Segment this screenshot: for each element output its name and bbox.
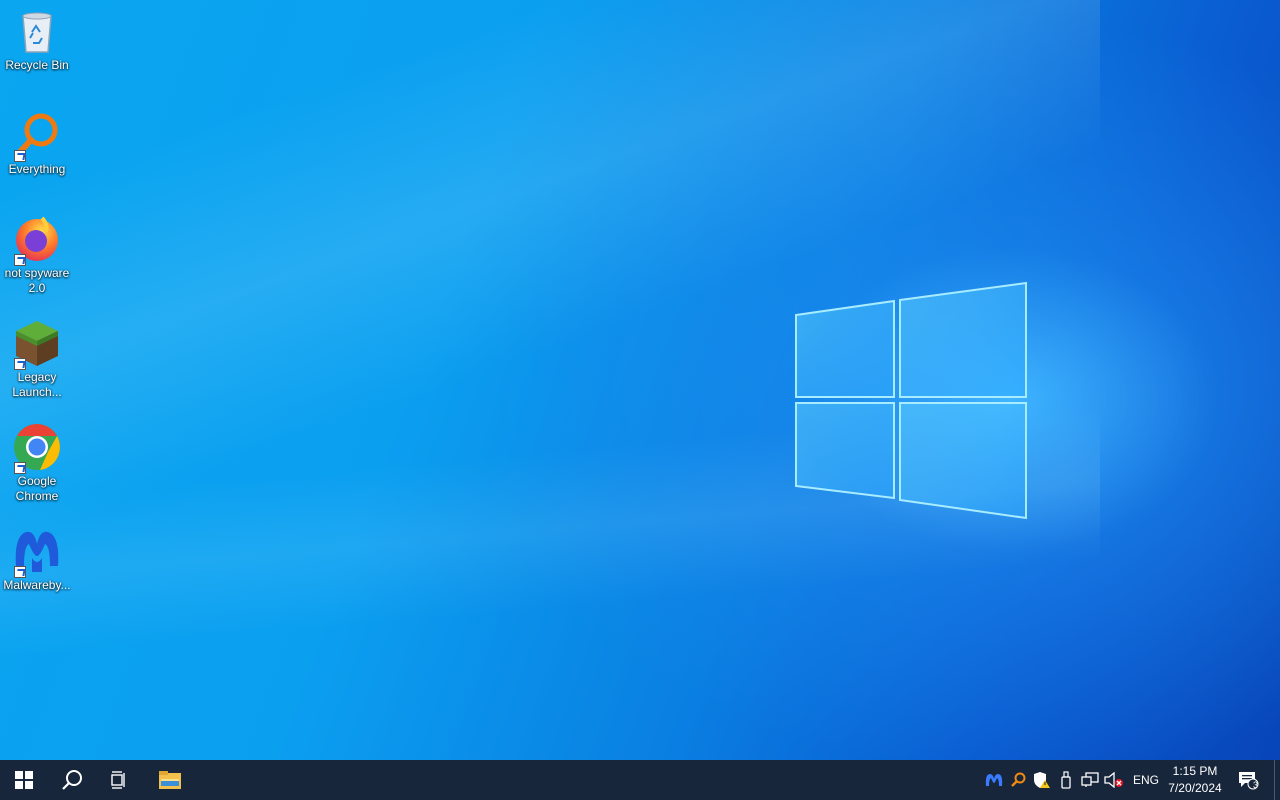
desktop-icon-legacy-launcher[interactable]: Legacy Launch... <box>0 318 74 400</box>
task-view-icon <box>111 771 125 789</box>
desktop-icon-label: Recycle Bin <box>5 58 69 72</box>
desktop-icon-not-spyware[interactable]: not spyware 2.0 <box>0 214 74 296</box>
tray-volume[interactable] <box>1104 770 1124 790</box>
shortcut-arrow-icon <box>14 462 26 474</box>
recycle-bin-icon <box>22 12 52 53</box>
malwarebytes-tray-icon <box>985 774 1003 786</box>
tray-everything[interactable] <box>1008 770 1028 790</box>
windows-wallpaper-logo <box>795 281 1027 520</box>
shortcut-arrow-icon <box>14 254 26 266</box>
shortcut-arrow-icon <box>14 358 26 370</box>
notification-count-badge: 3 <box>1253 780 1259 790</box>
clock-time: 1:15 PM <box>1172 764 1218 778</box>
tray-malwarebytes[interactable] <box>984 770 1004 790</box>
tray-usb[interactable] <box>1056 770 1076 790</box>
desktop-icon-label: Google Chrome <box>15 474 59 503</box>
start-button[interactable] <box>0 760 48 800</box>
desktop-icon-label: Malwareby... <box>3 578 71 592</box>
desktop-icon-recycle-bin[interactable]: Recycle Bin <box>0 6 74 73</box>
desktop-icon-google-chrome[interactable]: Google Chrome <box>0 422 74 504</box>
file-explorer-icon <box>159 771 181 789</box>
task-view-button[interactable] <box>96 760 144 800</box>
windows-start-icon <box>15 771 33 789</box>
desktop-icon-label: Legacy Launch... <box>12 370 62 399</box>
search-icon <box>62 770 82 790</box>
desktop-icon-label: not spyware 2.0 <box>4 266 70 295</box>
clock-date: 7/20/2024 <box>1168 781 1222 795</box>
everything-tray-icon <box>1011 772 1026 787</box>
tray-security[interactable] <box>1032 770 1052 790</box>
desktop-icon-label: Everything <box>8 162 66 176</box>
usb-device-icon <box>1061 771 1071 789</box>
file-explorer-button[interactable] <box>146 760 194 800</box>
tray-network[interactable] <box>1080 770 1100 790</box>
shortcut-arrow-icon <box>14 566 26 578</box>
network-icon <box>1081 772 1099 787</box>
search-button[interactable] <box>48 760 96 800</box>
desktop-icon-everything[interactable]: Everything <box>0 110 74 177</box>
clock[interactable]: 1:15 PM 7/20/2024 <box>1160 760 1230 800</box>
show-desktop-divider[interactable] <box>1274 760 1275 800</box>
taskbar: ENG 1:15 PM 7/20/2024 3 <box>0 760 1280 800</box>
security-warning-icon <box>1034 772 1050 788</box>
action-center-button[interactable]: 3 <box>1228 760 1268 800</box>
language-indicator[interactable]: ENG <box>1133 773 1159 787</box>
shortcut-arrow-icon <box>14 150 26 162</box>
desktop-icon-malwarebytes[interactable]: Malwareby... <box>0 526 74 593</box>
volume-muted-icon <box>1104 772 1123 788</box>
